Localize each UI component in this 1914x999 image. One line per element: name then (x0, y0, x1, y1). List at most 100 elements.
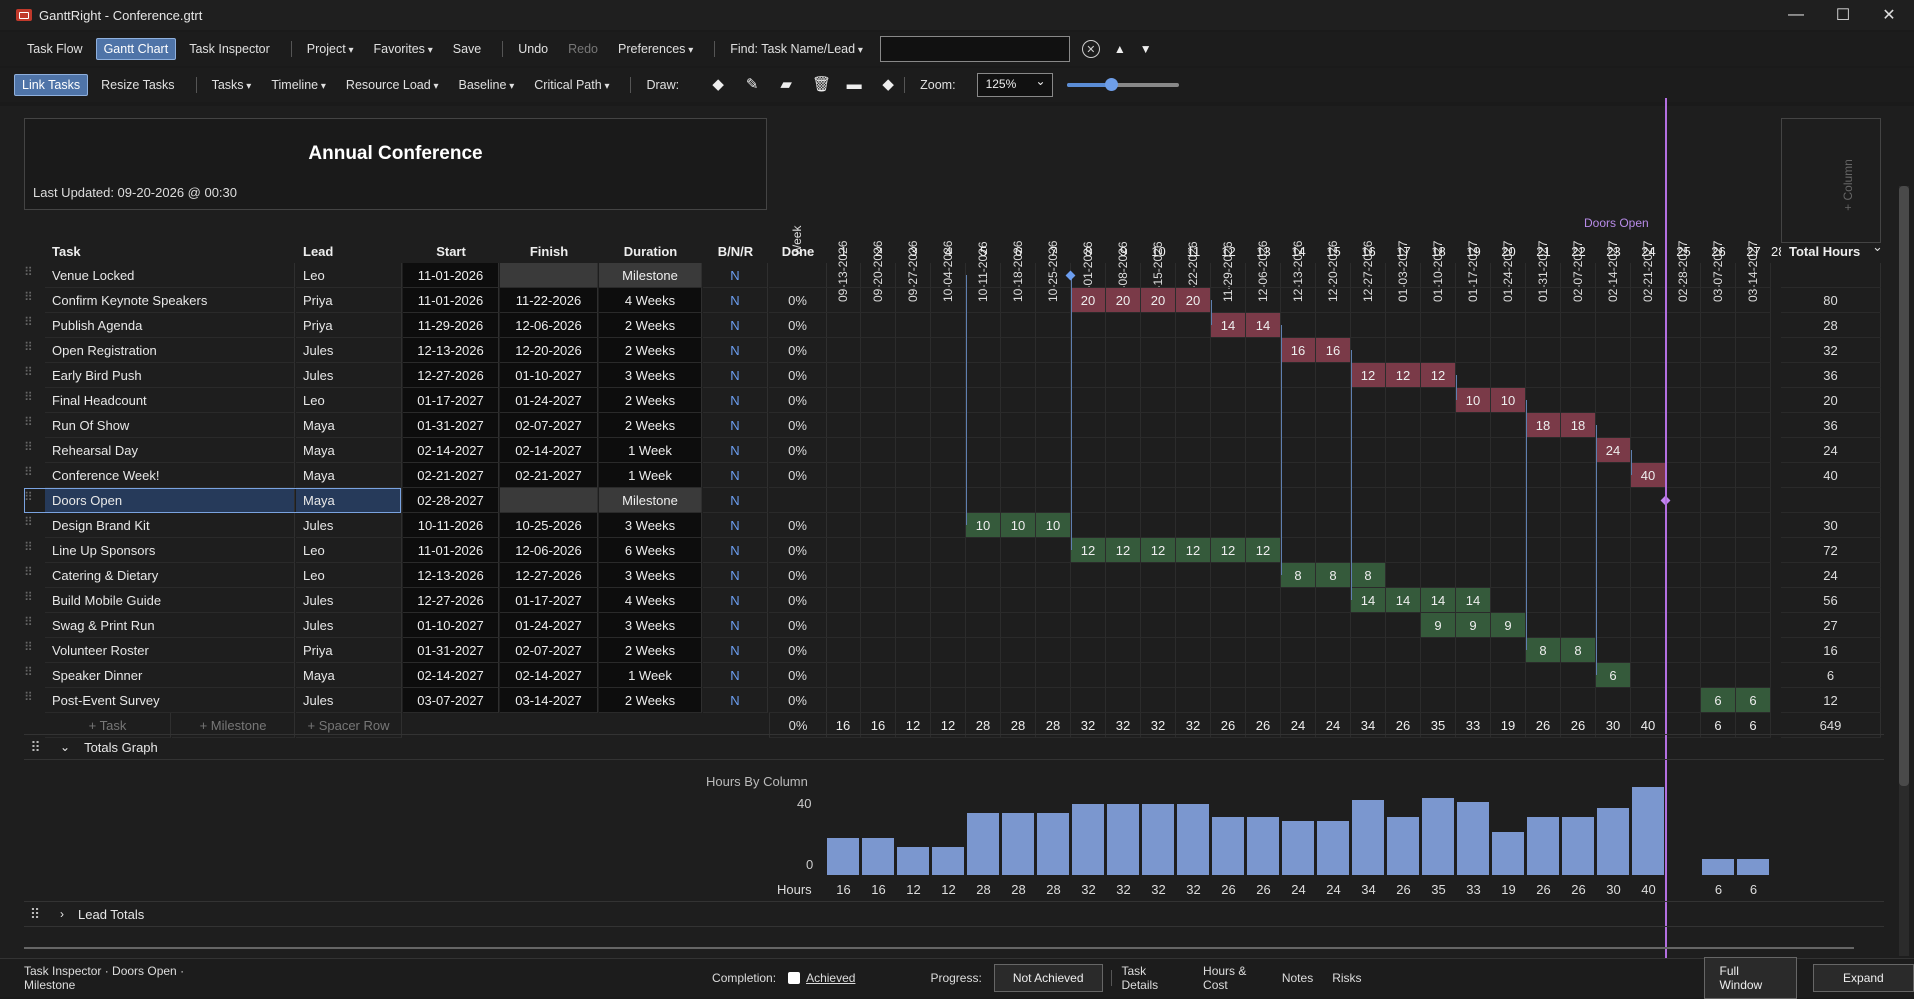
gantt-bar-cell[interactable]: 9 (1421, 613, 1456, 638)
gantt-empty-cell[interactable] (1561, 363, 1596, 388)
gantt-empty-cell[interactable] (1596, 263, 1631, 288)
gantt-empty-cell[interactable] (966, 363, 1001, 388)
gantt-empty-cell[interactable] (1456, 513, 1491, 538)
task-name-cell[interactable]: Speaker Dinner (45, 663, 295, 688)
task-name-cell[interactable]: Open Registration (45, 338, 295, 363)
gantt-empty-cell[interactable] (1316, 313, 1351, 338)
task-start-cell[interactable]: 12-13-2026 (403, 563, 499, 588)
gantt-empty-cell[interactable] (861, 388, 896, 413)
task-finish-cell[interactable]: 02-07-2027 (500, 413, 598, 438)
gantt-empty-cell[interactable] (1281, 688, 1316, 713)
gantt-empty-cell[interactable] (826, 313, 861, 338)
tab-gantt-chart[interactable]: Gantt Chart (95, 38, 177, 60)
gantt-empty-cell[interactable] (1386, 413, 1421, 438)
gantt-empty-cell[interactable] (896, 438, 931, 463)
task-finish-cell[interactable]: 02-14-2027 (500, 663, 598, 688)
gantt-empty-cell[interactable] (1666, 563, 1701, 588)
gantt-bar-cell[interactable]: 40 (1631, 463, 1666, 488)
progress-button[interactable]: Not Achieved (993, 964, 1103, 992)
gantt-empty-cell[interactable] (1701, 388, 1736, 413)
fill-bucket-icon[interactable]: ◆ (710, 77, 726, 93)
gantt-empty-cell[interactable] (1456, 413, 1491, 438)
task-duration-cell[interactable]: 3 Weeks (599, 563, 702, 588)
gantt-empty-cell[interactable] (966, 413, 1001, 438)
gantt-empty-cell[interactable] (1701, 488, 1736, 513)
gantt-empty-cell[interactable] (1211, 488, 1246, 513)
task-row[interactable]: ⠿ Publish Agenda Priya 11-29-2026 12-06-2026… (24, 313, 1884, 338)
gantt-bar-cell[interactable]: 12 (1351, 363, 1386, 388)
gantt-empty-cell[interactable] (1456, 363, 1491, 388)
gantt-empty-cell[interactable] (1246, 588, 1281, 613)
task-name-cell[interactable]: Confirm Keynote Speakers (45, 288, 295, 313)
task-duration-cell[interactable]: 4 Weeks (599, 288, 702, 313)
task-name-cell[interactable]: Swag & Print Run (45, 613, 295, 638)
task-duration-cell[interactable]: 2 Weeks (599, 688, 702, 713)
gantt-empty-cell[interactable] (1666, 538, 1701, 563)
task-done-cell[interactable]: 0% (769, 588, 827, 613)
gantt-empty-cell[interactable] (1001, 288, 1036, 313)
task-start-cell[interactable]: 11-01-2026 (403, 538, 499, 563)
task-total-cell[interactable]: 56 (1781, 588, 1881, 613)
tab-hours-cost[interactable]: Hours & Cost (1203, 964, 1270, 992)
gantt-empty-cell[interactable] (966, 388, 1001, 413)
task-row[interactable]: ⠿ Build Mobile Guide Jules 12-27-2026 01-17-… (24, 588, 1884, 613)
gantt-empty-cell[interactable] (1736, 638, 1771, 663)
redo-button[interactable]: Redo (561, 39, 605, 59)
task-finish-cell[interactable] (500, 263, 598, 288)
gantt-empty-cell[interactable] (1001, 438, 1036, 463)
gantt-empty-cell[interactable] (1351, 513, 1386, 538)
gantt-empty-cell[interactable] (931, 638, 966, 663)
tab-notes[interactable]: Notes (1282, 971, 1313, 985)
gantt-empty-cell[interactable] (931, 563, 966, 588)
task-bnr-cell[interactable]: N (703, 488, 768, 513)
gantt-empty-cell[interactable] (1176, 513, 1211, 538)
gantt-empty-cell[interactable] (1596, 313, 1631, 338)
gantt-empty-cell[interactable] (1106, 513, 1141, 538)
gantt-empty-cell[interactable] (1106, 313, 1141, 338)
gantt-empty-cell[interactable] (1106, 488, 1141, 513)
gantt-empty-cell[interactable] (1176, 313, 1211, 338)
gantt-empty-cell[interactable] (1176, 613, 1211, 638)
gantt-empty-cell[interactable] (1281, 263, 1316, 288)
gantt-empty-cell[interactable] (1526, 488, 1561, 513)
gantt-empty-cell[interactable] (1736, 338, 1771, 363)
gantt-empty-cell[interactable] (1351, 613, 1386, 638)
gantt-empty-cell[interactable] (1246, 363, 1281, 388)
gantt-empty-cell[interactable] (1246, 463, 1281, 488)
gantt-empty-cell[interactable] (1386, 613, 1421, 638)
gantt-empty-cell[interactable] (1001, 313, 1036, 338)
gantt-bar-cell[interactable]: 14 (1386, 588, 1421, 613)
chevron-down-icon[interactable]: ⌄ (60, 740, 70, 754)
gantt-empty-cell[interactable] (931, 313, 966, 338)
gantt-empty-cell[interactable] (1456, 463, 1491, 488)
gantt-empty-cell[interactable] (1666, 338, 1701, 363)
task-lead-cell[interactable]: Maya (296, 438, 402, 463)
task-finish-cell[interactable]: 02-14-2027 (500, 438, 598, 463)
gantt-empty-cell[interactable] (1701, 663, 1736, 688)
gantt-empty-cell[interactable] (1176, 588, 1211, 613)
task-duration-cell[interactable]: 3 Weeks (599, 363, 702, 388)
gantt-empty-cell[interactable] (861, 313, 896, 338)
task-lead-cell[interactable]: Jules (296, 688, 402, 713)
gantt-empty-cell[interactable] (1071, 338, 1106, 363)
gantt-empty-cell[interactable] (826, 488, 861, 513)
gantt-empty-cell[interactable] (1561, 688, 1596, 713)
gantt-empty-cell[interactable] (1736, 613, 1771, 638)
gantt-empty-cell[interactable] (1491, 338, 1526, 363)
gantt-empty-cell[interactable] (1141, 438, 1176, 463)
task-row[interactable]: ⠿ Conference Week! Maya 02-21-2027 02-21-202… (24, 463, 1884, 488)
tab-task-inspector[interactable]: Task Inspector (182, 39, 277, 59)
gantt-empty-cell[interactable] (966, 338, 1001, 363)
gantt-empty-cell[interactable] (1281, 513, 1316, 538)
gantt-empty-cell[interactable] (861, 338, 896, 363)
gantt-empty-cell[interactable] (1316, 688, 1351, 713)
gantt-empty-cell[interactable] (1246, 388, 1281, 413)
gantt-empty-cell[interactable] (1421, 538, 1456, 563)
gantt-empty-cell[interactable] (1736, 388, 1771, 413)
gantt-empty-cell[interactable] (1526, 588, 1561, 613)
gantt-empty-cell[interactable] (1141, 613, 1176, 638)
drag-handle-icon[interactable]: ⠿ (24, 491, 33, 506)
gantt-empty-cell[interactable] (1631, 613, 1666, 638)
gantt-empty-cell[interactable] (1666, 663, 1701, 688)
gantt-empty-cell[interactable] (1071, 463, 1106, 488)
